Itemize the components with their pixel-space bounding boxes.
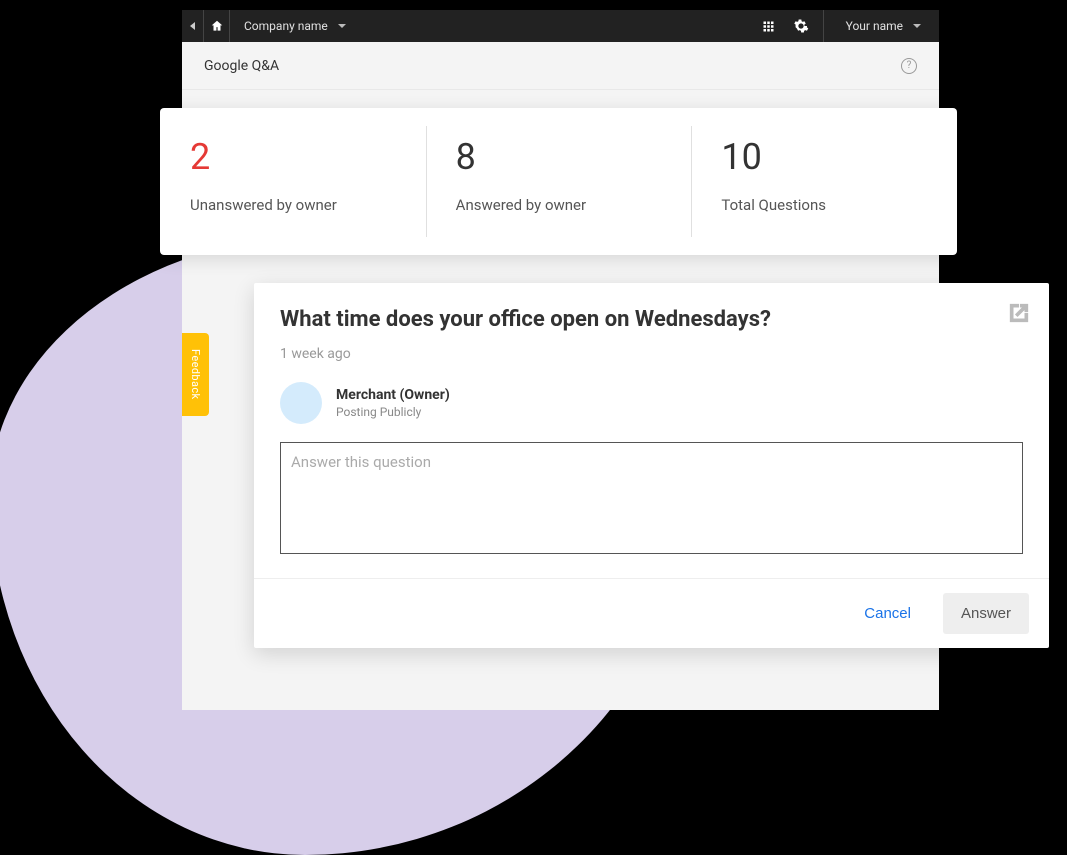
company-label: Company name bbox=[244, 19, 328, 33]
topbar: Company name Your name bbox=[182, 10, 939, 42]
feedback-tab[interactable]: Feedback bbox=[182, 333, 209, 416]
page-header: Google Q&A ? bbox=[182, 42, 939, 90]
back-button[interactable] bbox=[182, 10, 204, 42]
open-external-button[interactable] bbox=[1007, 301, 1031, 325]
home-button[interactable] bbox=[204, 10, 230, 42]
stat-label: Total Questions bbox=[721, 196, 927, 214]
stat-label: Unanswered by owner bbox=[190, 196, 396, 214]
company-dropdown[interactable]: Company name bbox=[230, 10, 360, 42]
author-name: Merchant (Owner) bbox=[336, 387, 450, 403]
apps-grid-icon bbox=[761, 19, 776, 34]
gear-icon bbox=[793, 18, 809, 34]
open-external-icon bbox=[1008, 302, 1030, 324]
stats-card: 2 Unanswered by owner 8 Answered by owne… bbox=[160, 108, 957, 255]
help-button[interactable]: ? bbox=[901, 58, 917, 74]
user-dropdown[interactable]: Your name bbox=[823, 10, 939, 42]
question-timestamp: 1 week ago bbox=[280, 346, 1023, 362]
stat-value: 2 bbox=[190, 136, 396, 178]
page-title: Google Q&A bbox=[204, 58, 279, 74]
stat-value: 10 bbox=[721, 136, 927, 178]
answer-input[interactable] bbox=[280, 442, 1023, 554]
author-subtitle: Posting Publicly bbox=[336, 405, 450, 419]
stat-label: Answered by owner bbox=[456, 196, 662, 214]
question-actions: Cancel Answer bbox=[254, 578, 1049, 648]
question-card: What time does your office open on Wedne… bbox=[254, 283, 1049, 648]
caret-down-icon bbox=[338, 24, 346, 28]
settings-button[interactable] bbox=[785, 10, 817, 42]
stat-total: 10 Total Questions bbox=[691, 108, 957, 255]
avatar bbox=[280, 382, 322, 424]
caret-down-icon bbox=[913, 24, 921, 28]
cancel-button[interactable]: Cancel bbox=[850, 595, 925, 632]
apps-button[interactable] bbox=[753, 10, 785, 42]
feedback-label: Feedback bbox=[189, 349, 202, 400]
stat-value: 8 bbox=[456, 136, 662, 178]
user-label: Your name bbox=[846, 19, 903, 33]
answer-button[interactable]: Answer bbox=[943, 593, 1029, 634]
stat-unanswered: 2 Unanswered by owner bbox=[160, 108, 426, 255]
chevron-left-icon bbox=[190, 22, 195, 30]
home-icon bbox=[210, 19, 224, 33]
question-title: What time does your office open on Wedne… bbox=[280, 307, 1023, 332]
question-body: What time does your office open on Wedne… bbox=[254, 283, 1049, 578]
author-row: Merchant (Owner) Posting Publicly bbox=[280, 382, 1023, 424]
question-mark-icon: ? bbox=[907, 60, 912, 71]
stat-answered: 8 Answered by owner bbox=[426, 108, 692, 255]
